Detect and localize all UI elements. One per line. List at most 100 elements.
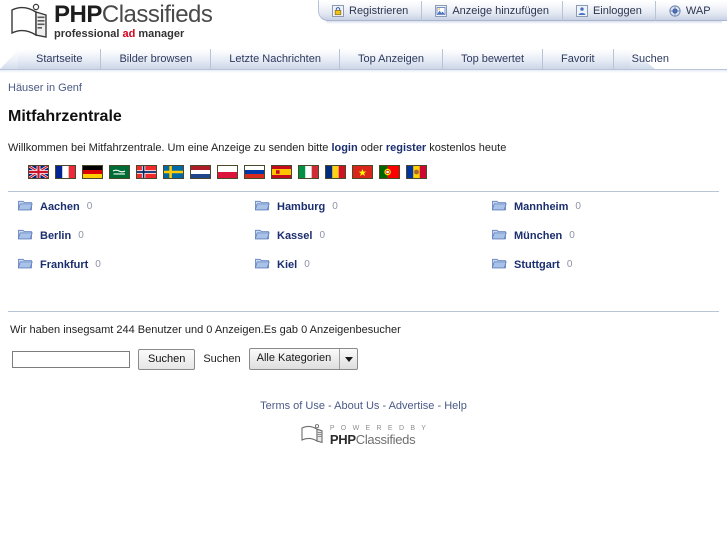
category-count-kassel: 0 bbox=[319, 230, 326, 241]
tab-favorit[interactable]: Favorit bbox=[543, 48, 614, 70]
logo-title-classifieds: Classifieds bbox=[101, 1, 213, 28]
tab-top-bewertet[interactable]: Top bewertet bbox=[443, 48, 543, 70]
site-logo[interactable]: PHPClassifieds professional ad manager bbox=[6, 1, 213, 42]
category-link-berlin[interactable]: Berlin bbox=[40, 230, 71, 242]
tab-letzte-nachrichten[interactable]: Letzte Nachrichten bbox=[211, 48, 340, 70]
flag-vietnam[interactable] bbox=[352, 165, 373, 179]
flag-italy[interactable] bbox=[298, 165, 319, 179]
category-item-aachen[interactable]: Aachen 0 bbox=[8, 192, 245, 221]
category-item-muenchen[interactable]: München 0 bbox=[482, 221, 719, 250]
category-link-mannheim[interactable]: Mannheim bbox=[514, 201, 568, 213]
flag-romania[interactable] bbox=[325, 165, 346, 179]
powered-by-brand-classifieds: Classifieds bbox=[355, 432, 416, 447]
category-item-berlin[interactable]: Berlin 0 bbox=[8, 221, 245, 250]
category-select-value: Alle Kategorien bbox=[256, 352, 332, 364]
tab-suchen[interactable]: Suchen bbox=[614, 49, 687, 70]
category-item-frankfurt[interactable]: Frankfurt 0 bbox=[8, 250, 245, 279]
logo-tagline: professional ad manager bbox=[54, 28, 212, 41]
topbar-item-register-label: Registrieren bbox=[349, 4, 409, 17]
footer-sep-2: - bbox=[379, 400, 389, 412]
category-item-stuttgart[interactable]: Stuttgart 0 bbox=[482, 250, 719, 279]
breadcrumb[interactable]: Häuser in Genf bbox=[0, 74, 727, 94]
category-link-frankfurt[interactable]: Frankfurt bbox=[40, 259, 88, 271]
search-bar: Suchen Suchen Alle Kategorien bbox=[12, 348, 727, 370]
phpclassifieds-logo-icon bbox=[6, 2, 52, 42]
flag-sweden[interactable] bbox=[163, 165, 184, 179]
login-link[interactable]: login bbox=[331, 142, 357, 154]
breadcrumb-label[interactable]: Häuser in Genf bbox=[8, 82, 82, 94]
topbar-item-add-ad[interactable]: Anzeige hinzufügen bbox=[422, 0, 563, 21]
flag-united-kingdom[interactable] bbox=[28, 165, 49, 179]
welcome-text-post: kostenlos heute bbox=[426, 142, 507, 154]
flag-norway[interactable] bbox=[136, 165, 157, 179]
topbar-item-register[interactable]: Registrieren bbox=[319, 0, 423, 21]
logo-tagline-ad: ad bbox=[122, 28, 136, 40]
category-count-kiel: 0 bbox=[304, 259, 310, 270]
category-select[interactable]: Alle Kategorien bbox=[248, 348, 359, 370]
footer-links: Terms of Use - About Us - Advertise - He… bbox=[0, 400, 727, 412]
welcome-message: Willkommen bei Mitfahrzentrale. Um eine … bbox=[8, 142, 727, 154]
top-utility-bar-inner: Registrieren Anzeige hinzufügen Einlogge… bbox=[318, 0, 727, 21]
category-count-berlin: 0 bbox=[78, 230, 84, 241]
user-login-icon bbox=[575, 4, 588, 17]
logo-tagline-post: manager bbox=[135, 28, 185, 40]
lock-icon bbox=[332, 4, 344, 17]
category-count-hamburg: 0 bbox=[332, 201, 338, 212]
category-link-kassel[interactable]: Kassel bbox=[277, 230, 312, 242]
welcome-text-mid: oder bbox=[357, 142, 386, 154]
site-logo-wordmark: PHPClassifieds professional ad manager bbox=[54, 1, 213, 41]
topbar-item-wap[interactable]: WAP bbox=[656, 1, 724, 21]
category-link-muenchen[interactable]: München bbox=[514, 230, 562, 242]
tab-startseite[interactable]: Startseite bbox=[18, 48, 102, 70]
flag-netherlands[interactable] bbox=[190, 165, 211, 179]
divider-above-stats bbox=[8, 311, 719, 312]
search-input[interactable] bbox=[12, 350, 130, 368]
footer-sep-1: - bbox=[324, 400, 335, 412]
globe-icon bbox=[669, 4, 681, 17]
register-link[interactable]: register bbox=[386, 142, 426, 154]
category-link-stuttgart[interactable]: Stuttgart bbox=[514, 259, 560, 271]
footer-link-about[interactable]: About Us bbox=[334, 400, 379, 412]
category-link-aachen[interactable]: Aachen bbox=[40, 201, 80, 213]
category-item-kiel[interactable]: Kiel 0 bbox=[245, 250, 482, 279]
flag-saudi-arabia[interactable] bbox=[109, 165, 130, 179]
folder-icon bbox=[17, 228, 33, 243]
tab-bar-left-slant bbox=[0, 48, 20, 69]
flag-poland[interactable] bbox=[217, 165, 238, 179]
category-link-kiel[interactable]: Kiel bbox=[277, 259, 297, 271]
topbar-item-login[interactable]: Einloggen bbox=[563, 0, 656, 21]
category-item-kassel[interactable]: Kassel 0 bbox=[245, 221, 482, 250]
category-item-mannheim[interactable]: Mannheim 0 bbox=[482, 192, 719, 221]
footer-link-help[interactable]: Help bbox=[444, 400, 467, 412]
page-content: Häuser in Genf Mitfahrzentrale Willkomme… bbox=[0, 74, 727, 370]
logo-title: PHPClassifieds bbox=[54, 1, 213, 28]
flag-portugal[interactable] bbox=[379, 165, 400, 179]
category-count-muenchen: 0 bbox=[569, 230, 575, 241]
folder-icon bbox=[254, 228, 270, 243]
site-statistics: Wir haben insegsamt 244 Benutzer und 0 A… bbox=[10, 324, 401, 336]
search-button[interactable]: Suchen bbox=[138, 348, 196, 370]
folder-icon bbox=[491, 199, 507, 214]
tab-bar-inner: Startseite Bilder browsen Letzte Nachric… bbox=[18, 48, 669, 70]
flag-russia[interactable] bbox=[244, 165, 265, 179]
powered-by-brand-php: PHP bbox=[329, 432, 356, 447]
tab-top-anzeigen[interactable]: Top Anzeigen bbox=[340, 48, 444, 70]
category-count-frankfurt: 0 bbox=[95, 259, 101, 270]
main-tab-bar: Startseite Bilder browsen Letzte Nachric… bbox=[0, 48, 727, 73]
powered-by-wordmark: P O W E R E D B Y PHPClassifieds bbox=[330, 424, 428, 447]
flag-spain[interactable] bbox=[271, 165, 292, 179]
footer-link-terms[interactable]: Terms of Use bbox=[260, 400, 325, 412]
folder-icon bbox=[254, 257, 270, 272]
flag-france[interactable] bbox=[55, 165, 76, 179]
footer-link-advertise[interactable]: Advertise bbox=[389, 400, 435, 412]
category-count-stuttgart: 0 bbox=[566, 259, 573, 270]
tab-bilder-browsen[interactable]: Bilder browsen bbox=[101, 48, 212, 70]
logo-tagline-pre: professional bbox=[54, 28, 123, 40]
flag-moldova[interactable] bbox=[406, 165, 427, 179]
category-link-hamburg[interactable]: Hamburg bbox=[277, 201, 325, 213]
folder-icon bbox=[254, 199, 270, 214]
flag-germany[interactable] bbox=[82, 165, 103, 179]
category-grid: Aachen 0 Hamburg 0 Mannheim 0 Berlin 0 K… bbox=[8, 192, 719, 279]
category-item-hamburg[interactable]: Hamburg 0 bbox=[245, 192, 482, 221]
topbar-item-add-ad-label: Anzeige hinzufügen bbox=[452, 4, 549, 17]
